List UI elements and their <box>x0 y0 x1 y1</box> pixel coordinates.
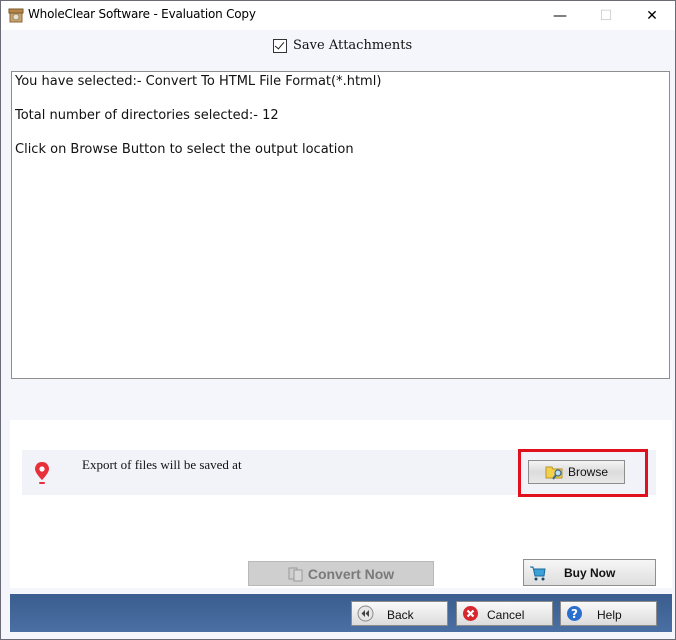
back-button[interactable]: Back <box>351 601 448 626</box>
help-label: Help <box>597 608 622 622</box>
folder-search-icon <box>545 466 563 480</box>
window-title: WholeClear Software - Evaluation Copy <box>28 7 256 21</box>
svg-text:?: ? <box>571 607 578 621</box>
cancel-label: Cancel <box>487 608 525 622</box>
cancel-button[interactable]: Cancel <box>456 601 553 626</box>
browse-label: Browse <box>567 465 608 479</box>
convert-now-label: Convert Now <box>307 565 395 582</box>
export-location-label: Export of files will be saved at <box>82 457 242 472</box>
browse-button[interactable]: Browse <box>528 460 625 484</box>
cart-icon <box>530 566 546 581</box>
title-bar: WholeClear Software - Evaluation Copy — … <box>1 1 675 30</box>
cancel-icon <box>463 606 478 621</box>
save-attachments-option[interactable]: Save Attachments <box>273 38 412 53</box>
log-line-instruction: Click on Browse Button to select the out… <box>15 142 354 157</box>
save-attachments-label: Save Attachments <box>293 38 413 53</box>
convert-icon <box>288 567 303 581</box>
log-line-directories: Total number of directories selected:- 1… <box>15 108 279 123</box>
back-label: Back <box>387 608 414 622</box>
app-logo-icon <box>8 8 24 23</box>
close-button[interactable]: ✕ <box>629 1 675 30</box>
location-pin-icon <box>35 462 49 484</box>
buy-now-button[interactable]: Buy Now <box>523 559 656 586</box>
back-icon <box>357 605 374 622</box>
status-log: You have selected:- Convert To HTML File… <box>11 71 670 379</box>
convert-now-button[interactable]: Convert Now <box>248 561 434 586</box>
help-icon: ? <box>567 606 582 621</box>
buy-now-label: Buy Now <box>564 566 616 580</box>
save-attachments-checkbox[interactable] <box>273 38 287 53</box>
maximize-button[interactable]: ☐ <box>583 1 629 30</box>
minimize-button[interactable]: — <box>537 1 583 30</box>
log-line-format: You have selected:- Convert To HTML File… <box>15 74 382 89</box>
help-button[interactable]: ? Help <box>560 601 657 626</box>
